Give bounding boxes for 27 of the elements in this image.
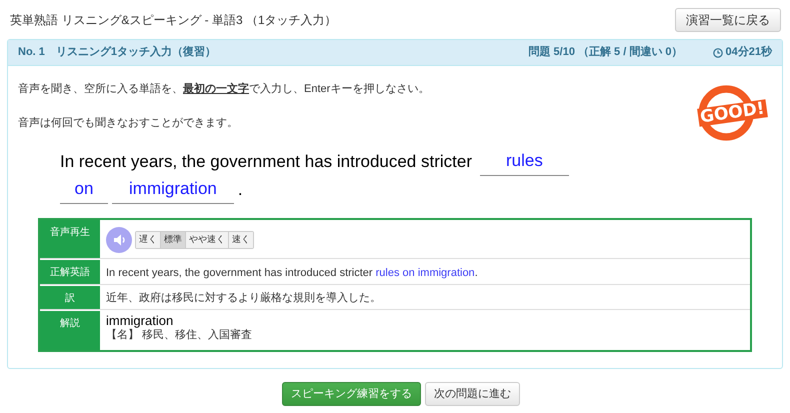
speed-button[interactable]: 速く [228,232,253,248]
row-label: 音声再生 [40,220,100,258]
instruction-text: 音声を聞き、空所に入る単語を、最初の一文字で入力し、Enterキーを押しなさい。 [18,82,430,97]
clock-icon [712,48,723,58]
back-button[interactable]: 演習一覧に戻る [675,8,781,32]
sentence-text: In recent years, the government has introduced stricter [60,151,472,173]
row-label: 正解英語 [40,259,100,284]
row-label: 解説 [40,310,100,350]
sentence-text: . [238,179,243,201]
page-title: 英単熟語 リスニング&スピーキング - 単語3 （1タッチ入力） [10,12,337,29]
question-title: No. 1 リスニング1タッチ入力（復習） [18,44,218,60]
answer-blank[interactable]: rules [480,149,569,176]
progress-text: 問題 5/10 （正解 5 / 間違い 0） [528,44,683,60]
answer-blank[interactable]: on [60,177,108,204]
explained-word: immigration [106,313,174,328]
row-label: 訳 [40,285,100,309]
timer-text: 04分21秒 [726,44,772,60]
speaker-icon[interactable] [106,227,132,253]
speed-button[interactable]: 標準 [160,232,185,248]
answer-sentence: In recent years, the government has introduced stricter rules on immigration. [106,266,479,281]
speed-button[interactable]: 遅く [136,232,160,248]
explanation-text: 【名】 移民、移住、入国審査 [106,328,254,342]
answer-blank[interactable]: immigration [112,177,234,204]
next-question-button[interactable]: 次の問題に進む [425,382,520,406]
good-stamp: GOOD! [692,73,772,153]
translation-text: 近年、政府は移民に対するより厳格な規則を導入した。 [106,290,382,306]
speed-button[interactable]: やや速く [185,232,228,248]
